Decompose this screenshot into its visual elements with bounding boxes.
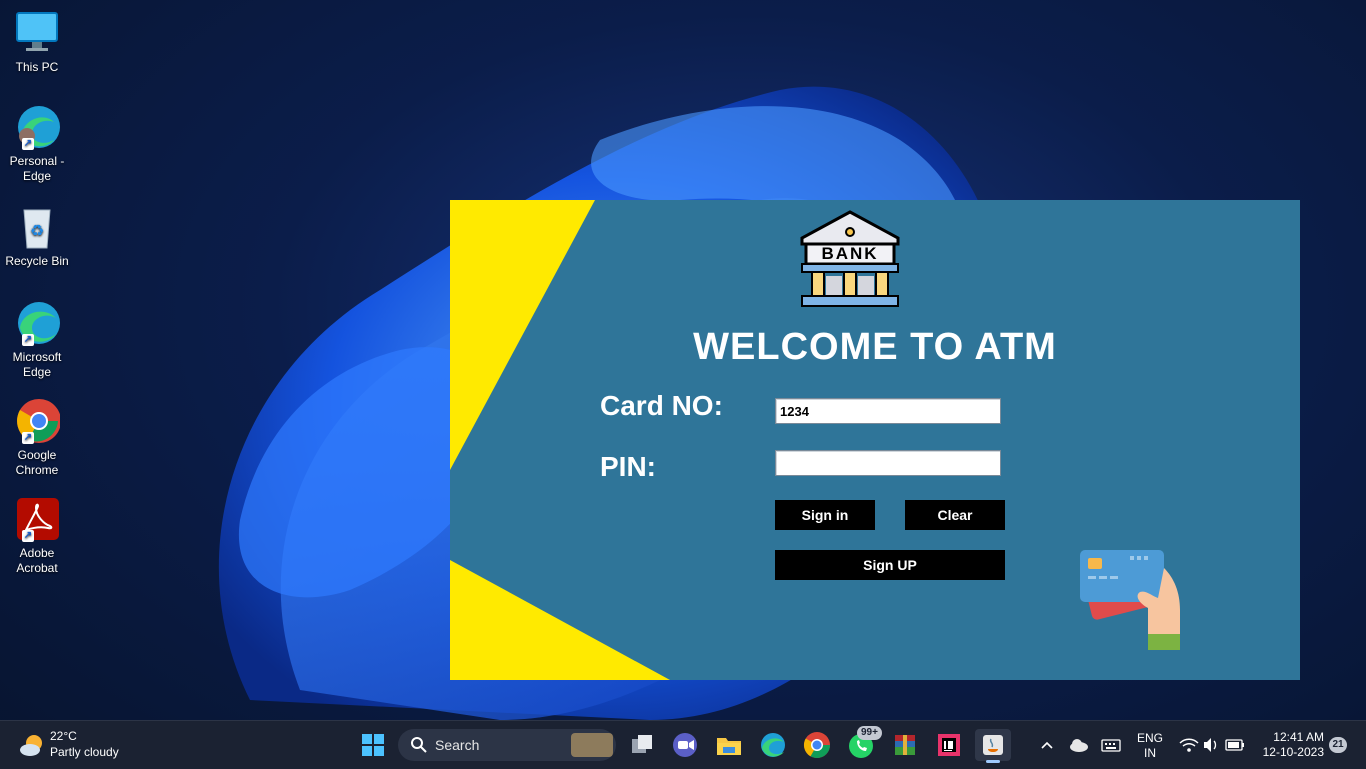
taskbar-search[interactable]: Search xyxy=(398,729,616,761)
recycle-bin-icon: ♻ xyxy=(14,204,60,250)
shortcut-arrow-icon: ↗ xyxy=(22,138,34,150)
task-view-button[interactable] xyxy=(626,729,658,761)
video-chat-icon xyxy=(673,733,697,757)
weather-temp: 22°C xyxy=(50,729,77,743)
volume-icon xyxy=(1204,738,1217,752)
atm-login-window: BANK WELCOME TO ATM Card NO: 1234 PIN: S… xyxy=(450,200,1300,680)
show-hidden-icons-button[interactable] xyxy=(1038,735,1056,755)
notification-badge[interactable]: 21 xyxy=(1329,737,1347,753)
sign-in-button[interactable]: Sign in xyxy=(775,500,875,530)
bank-logo-text: BANK xyxy=(821,244,879,263)
weather-desc: Partly cloudy xyxy=(50,745,119,759)
clear-button[interactable]: Clear xyxy=(905,500,1005,530)
clock-button[interactable]: 12:41 AM 12-10-2023 xyxy=(1256,729,1330,761)
credit-card-hand-icon xyxy=(1078,548,1182,652)
taskbar-java-app-active[interactable] xyxy=(975,729,1011,763)
language-region: IN xyxy=(1144,746,1156,760)
desktop-icon-personal-edge[interactable]: ↗ Personal - Edge xyxy=(4,104,70,184)
java-icon xyxy=(983,735,1003,755)
edge-icon: ↗ xyxy=(14,300,60,346)
battery-icon xyxy=(1225,739,1244,751)
chrome-icon: ↗ xyxy=(14,398,61,444)
card-number-input[interactable]: 1234 xyxy=(775,398,1001,424)
active-indicator xyxy=(986,760,1000,763)
taskbar-chrome[interactable] xyxy=(801,729,833,761)
onedrive-button[interactable] xyxy=(1068,735,1090,755)
monitor-icon xyxy=(14,10,60,56)
cloud-icon xyxy=(1070,739,1088,752)
chevron-up-icon xyxy=(1041,741,1053,749)
desktop-icon-label: Personal - Edge xyxy=(9,154,65,183)
keyboard-icon xyxy=(1101,739,1121,752)
start-button[interactable] xyxy=(357,729,389,761)
pin-input[interactable] xyxy=(775,450,1001,476)
bank-logo: BANK xyxy=(798,210,902,310)
card-number-label: Card NO: xyxy=(600,390,723,421)
language-button[interactable]: ENG IN xyxy=(1132,729,1168,761)
weather-widget[interactable]: 22°C Partly cloudy xyxy=(14,727,154,763)
shortcut-arrow-icon: ↗ xyxy=(22,334,34,346)
archive-icon xyxy=(895,735,915,755)
taskbar-edge-profile[interactable] xyxy=(757,729,789,761)
edge-icon xyxy=(761,733,785,757)
edge-profile-icon: ↗ xyxy=(14,104,60,150)
intellij-icon xyxy=(938,734,960,756)
whatsapp-badge: 99+ xyxy=(857,726,882,740)
taskbar-file-explorer[interactable] xyxy=(713,729,745,761)
windows-logo-icon xyxy=(362,734,384,756)
desktop-icon-microsoft-edge[interactable]: ↗ Microsoft Edge xyxy=(4,300,70,380)
desktop-icon-label: Google Chrome xyxy=(15,448,59,477)
wifi-icon xyxy=(1179,738,1199,752)
desktop-icon-this-pc[interactable]: This PC xyxy=(4,10,70,75)
language-code: ENG xyxy=(1136,731,1163,745)
taskbar-meet-app[interactable] xyxy=(669,729,701,761)
taskbar-intellij[interactable] xyxy=(933,729,965,761)
sign-up-button[interactable]: Sign UP xyxy=(775,550,1005,580)
clock-time: 12:41 AM xyxy=(1273,730,1324,744)
page-title: WELCOME TO ATM xyxy=(693,326,1057,368)
desktop-icon-recycle-bin[interactable]: ♻ Recycle Bin xyxy=(4,204,70,269)
desktop-icon-label: This PC xyxy=(15,60,59,74)
desktop-icon-google-chrome[interactable]: ↗ Google Chrome xyxy=(4,398,70,478)
search-icon xyxy=(411,737,427,753)
search-highlight-icon xyxy=(571,733,613,757)
search-label: Search xyxy=(435,737,480,753)
taskbar-whatsapp[interactable]: 99+ xyxy=(845,726,882,761)
keyboard-button[interactable] xyxy=(1100,735,1122,755)
acrobat-icon: ↗ xyxy=(14,496,60,542)
chrome-icon xyxy=(803,732,831,759)
folder-icon xyxy=(717,738,741,755)
clock-date: 12-10-2023 xyxy=(1262,745,1324,759)
quick-settings-button[interactable] xyxy=(1176,733,1250,757)
shortcut-arrow-icon: ↗ xyxy=(22,432,34,444)
desktop-icon-adobe-acrobat[interactable]: ↗ Adobe Acrobat xyxy=(4,496,70,576)
task-view-icon xyxy=(632,735,652,753)
desktop-icon-label: Recycle Bin xyxy=(5,254,69,268)
taskbar-winrar[interactable] xyxy=(889,729,921,761)
svg-text:♻: ♻ xyxy=(30,221,44,240)
pin-label: PIN: xyxy=(600,451,656,482)
shortcut-arrow-icon: ↗ xyxy=(22,530,34,542)
partly-cloudy-icon xyxy=(18,731,46,759)
desktop-icon-label: Adobe Acrobat xyxy=(16,546,58,575)
desktop-icon-label: Microsoft Edge xyxy=(12,350,62,379)
taskbar: 22°C Partly cloudy Search 99+ ENG IN 12:… xyxy=(0,720,1366,769)
